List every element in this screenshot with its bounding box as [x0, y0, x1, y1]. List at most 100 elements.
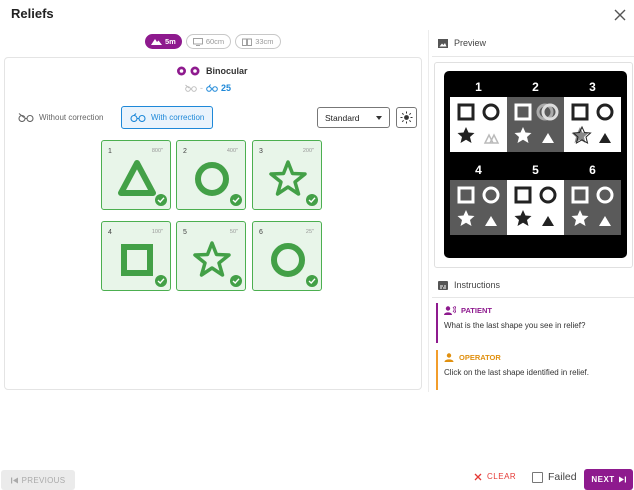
distance-pill-label: 5m [165, 37, 176, 46]
glasses-off-icon [18, 113, 34, 122]
person-icon [444, 353, 454, 362]
close-icon [474, 473, 482, 480]
operator-label: OPERATOR [459, 353, 501, 362]
triangle-icon [118, 160, 156, 196]
glasses-icon [206, 84, 218, 92]
relief-tile-2[interactable]: 2 400" [176, 140, 246, 210]
tile-number: 4 [108, 229, 112, 236]
check-icon [306, 194, 318, 206]
without-correction-label: Without correction [39, 113, 104, 122]
square-icon [121, 244, 153, 276]
preview-cell-4: 4 [450, 160, 507, 235]
patient-label: PATIENT [461, 306, 492, 315]
operator-text: Click on the last shape identified in re… [444, 368, 589, 377]
skip-next-icon [618, 476, 626, 483]
subtitles-icon [438, 280, 448, 290]
previous-button[interactable]: PREVIOUS [1, 470, 75, 490]
patient-text: What is the last shape you see in relief… [444, 321, 586, 330]
book-icon [242, 38, 253, 46]
section-divider [432, 297, 634, 298]
check-icon [155, 275, 167, 287]
relief-tile-3[interactable]: 3 200" [252, 140, 322, 210]
operator-instruction: OPERATOR Click on the last shape identif… [436, 350, 628, 390]
preview-cell-6: 6 [564, 160, 621, 235]
skip-previous-icon [10, 477, 18, 483]
monitor-icon [192, 37, 203, 46]
preview-cell-3: 3 [564, 77, 621, 152]
next-button[interactable]: NEXT [584, 469, 633, 490]
tile-number: 5 [183, 229, 187, 236]
tile-angle: 800" [151, 148, 163, 154]
distance-pill-60cm[interactable]: 60cm [185, 34, 232, 49]
failed-label: Failed [548, 471, 577, 483]
mountain-icon [151, 39, 162, 45]
check-icon [230, 194, 242, 206]
preview-cell-number: 3 [589, 80, 596, 94]
acuity-without-value: - [200, 83, 203, 93]
display-mode-value: Standard [325, 112, 360, 123]
tile-number: 1 [108, 148, 112, 155]
brightness-button[interactable] [396, 107, 417, 128]
relief-tile-1[interactable]: 1 800" [101, 140, 171, 210]
relief-tile-5[interactable]: 5 50" [176, 221, 246, 291]
failed-checkbox[interactable]: Failed [532, 471, 577, 483]
distance-pill-33cm[interactable]: 33cm [235, 34, 281, 49]
star-icon [193, 241, 231, 277]
preview-heading-label: Preview [454, 38, 487, 48]
circle-icon [195, 162, 229, 196]
preview-panel: 1 2 3 4 5 6 [434, 62, 633, 268]
operator-label-row: OPERATOR [444, 353, 628, 362]
distance-selector: 5m 60cm 33cm [145, 34, 281, 49]
tile-angle: 100" [151, 229, 163, 235]
preview-shapes [514, 186, 557, 226]
clear-button[interactable]: CLEAR [474, 472, 516, 481]
vision-mode-label: Binocular [206, 66, 248, 76]
tile-angle: 400" [226, 148, 238, 154]
checkbox-icon [532, 471, 543, 483]
relief-tile-6[interactable]: 6 25" [252, 221, 322, 291]
check-icon [306, 275, 318, 287]
without-correction-button[interactable]: Without correction [10, 106, 111, 129]
acuity-with-value: 25 [221, 83, 232, 93]
preview-chart: 1 2 3 4 5 6 [444, 71, 627, 258]
section-divider [432, 56, 634, 57]
preview-cell-number: 4 [475, 163, 482, 177]
caret-down-icon [376, 115, 382, 120]
next-label: NEXT [591, 475, 615, 484]
preview-cell-1: 1 [450, 77, 507, 152]
preview-shapes [571, 103, 614, 145]
close-icon[interactable] [613, 8, 627, 22]
display-mode-select[interactable]: Standard [317, 107, 390, 128]
tile-angle: 200" [302, 148, 314, 154]
preview-cell-number: 6 [589, 163, 596, 177]
acuity-readout: - 25 [185, 83, 231, 93]
tile-number: 3 [259, 148, 263, 155]
patient-instruction: PATIENT What is the last shape you see i… [436, 303, 628, 343]
column-divider [428, 30, 429, 392]
glasses-icon [130, 113, 146, 122]
vision-mode: Binocular [176, 66, 248, 76]
tile-number: 6 [259, 229, 263, 236]
preview-cell-5: 5 [507, 160, 564, 235]
with-correction-button[interactable]: With correction [121, 106, 214, 129]
preview-shapes [457, 103, 500, 144]
with-correction-label: With correction [151, 113, 205, 122]
window-title: Reliefs [11, 6, 54, 21]
patient-label-row: PATIENT [444, 306, 628, 315]
distance-pill-label: 60cm [205, 37, 225, 46]
preview-shapes [571, 186, 614, 226]
distance-pill-5m[interactable]: 5m [145, 34, 182, 49]
preview-shapes [514, 103, 559, 143]
instructions-heading: Instructions [438, 280, 500, 290]
distance-pill-label: 33cm [255, 37, 274, 46]
image-icon [438, 38, 448, 48]
previous-label: PREVIOUS [21, 475, 66, 485]
sun-icon [400, 111, 413, 124]
relief-tile-4[interactable]: 4 100" [101, 221, 171, 291]
speaking-person-icon [444, 306, 456, 315]
tile-number: 2 [183, 148, 187, 155]
eyes-icon [177, 66, 200, 76]
preview-cell-number: 2 [532, 80, 539, 94]
check-icon [155, 194, 167, 206]
preview-shapes [457, 186, 500, 226]
